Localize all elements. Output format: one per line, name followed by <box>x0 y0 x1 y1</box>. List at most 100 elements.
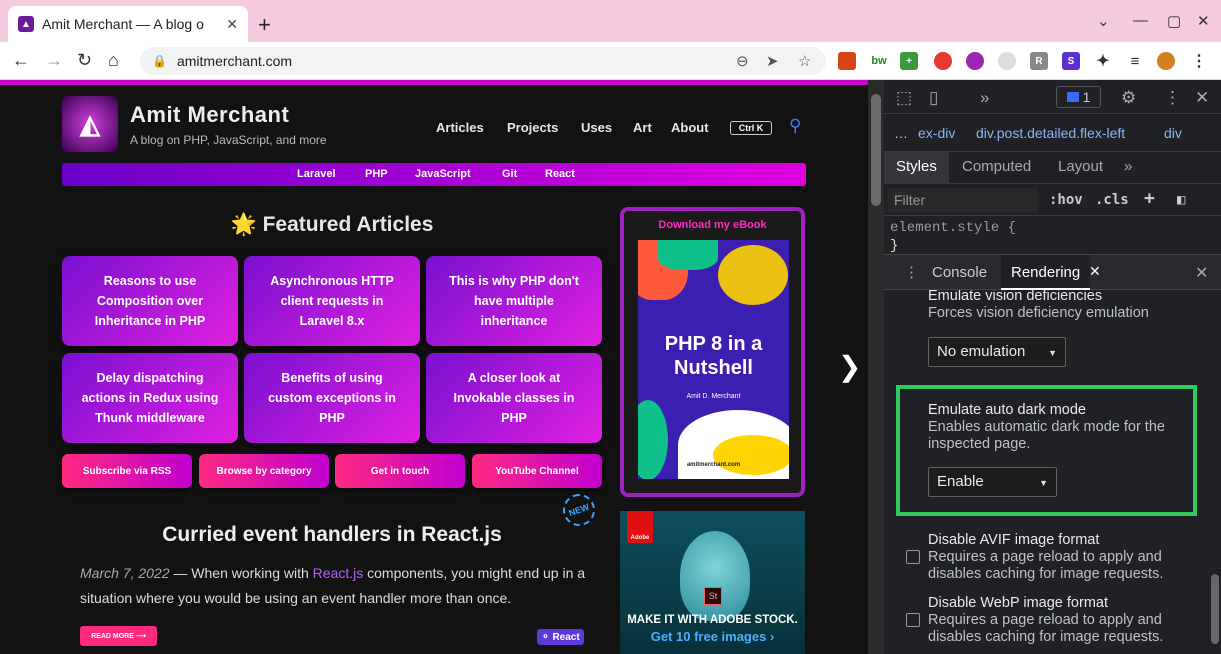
youtube-channel-button[interactable]: YouTube Channel <box>472 454 602 488</box>
styles-filter-input[interactable]: Filter <box>888 188 1038 212</box>
featured-heading: 🌟 Featured Articles <box>62 213 602 237</box>
class-toggle[interactable]: .cls <box>1095 192 1129 208</box>
page-scrollbar-thumb[interactable] <box>871 94 881 206</box>
back-arrow-icon[interactable]: ← <box>12 50 30 71</box>
nav-uses[interactable]: Uses <box>581 120 612 135</box>
more-tabs-chevron-icon[interactable]: » <box>980 88 989 108</box>
rendering-scrollbar-thumb[interactable] <box>1211 574 1219 644</box>
auto-dark-mode-select[interactable]: Enable ▼ <box>928 467 1057 497</box>
post-inline-link[interactable]: React.js <box>313 565 364 581</box>
featured-card[interactable]: Delay dispatching actions in Redux using… <box>62 353 238 443</box>
menu-kebab-icon[interactable]: ⋮ <box>1190 52 1208 70</box>
issues-counter[interactable]: 1 <box>1056 86 1101 108</box>
extension-s-icon[interactable]: S <box>1062 52 1080 70</box>
featured-card[interactable]: Reasons to use Composition over Inherita… <box>62 256 238 346</box>
vision-deficiency-select[interactable]: No emulation ▼ <box>928 337 1066 367</box>
send-icon[interactable]: ➤ <box>766 52 779 70</box>
close-drawer-icon[interactable]: ✕ <box>1195 263 1208 283</box>
extension-circle-icon[interactable] <box>934 52 952 70</box>
extension-red-icon[interactable] <box>838 52 856 70</box>
drawer-tab-rendering[interactable]: Rendering <box>1001 255 1091 290</box>
category-react[interactable]: React <box>545 168 575 180</box>
nav-about[interactable]: About <box>671 120 709 135</box>
breadcrumb-item[interactable]: div <box>1164 125 1182 141</box>
new-style-rule-icon[interactable]: + <box>1144 188 1155 209</box>
featured-card[interactable]: Benefits of using custom exceptions in P… <box>244 353 420 443</box>
lock-icon[interactable]: 🔒 <box>152 54 167 68</box>
drawer-tab-console[interactable]: Console <box>922 255 997 290</box>
device-toolbar-icon[interactable]: ▯ <box>929 88 938 108</box>
webp-title[interactable]: Disable WebP image format <box>928 595 1108 611</box>
disable-webp-checkbox[interactable] <box>906 613 920 627</box>
search-shortcut-badge[interactable]: Ctrl K <box>730 121 772 135</box>
page-scrollbar[interactable] <box>868 80 884 654</box>
breadcrumb-item[interactable]: div.post.detailed.flex-left <box>976 125 1125 141</box>
element-style-selector[interactable]: element.style { <box>890 219 1016 237</box>
tab-more[interactable]: » <box>1112 152 1144 184</box>
site-logo[interactable]: ◭ <box>62 96 118 152</box>
browser-tab[interactable]: ▲ Amit Merchant — A blog o ✕ <box>8 6 248 42</box>
devtools-menu-icon[interactable]: ⋮ <box>1164 88 1181 108</box>
avif-title[interactable]: Disable AVIF image format <box>928 532 1099 548</box>
read-more-button[interactable]: READ MORE ⟶ <box>80 626 157 646</box>
disable-avif-checkbox[interactable] <box>906 550 920 564</box>
ebook-promo[interactable]: Download my eBook PHP 8 in a Nutshell Am… <box>620 207 805 497</box>
tab-layout[interactable]: Layout <box>1046 152 1115 184</box>
maximize-button[interactable]: ▢ <box>1167 12 1181 30</box>
hover-state-toggle[interactable]: :hov <box>1049 192 1083 208</box>
rendering-scrollbar[interactable] <box>1209 290 1221 654</box>
ebook-cover[interactable]: PHP 8 in a Nutshell Amit D. Merchant ami… <box>638 240 789 479</box>
post-tag-react[interactable]: ⚬ React <box>537 629 584 645</box>
breadcrumb-item[interactable]: ex-div <box>918 125 955 141</box>
browse-category-button[interactable]: Browse by category <box>199 454 329 488</box>
tab-search-icon[interactable]: ⌄ <box>1097 12 1110 30</box>
tab-styles[interactable]: Styles <box>884 152 949 184</box>
tab-close-icon[interactable]: ✕ <box>226 16 238 33</box>
category-laravel[interactable]: Laravel <box>297 168 336 180</box>
styles-filter-row: Filter :hov .cls + ◧ <box>884 184 1221 216</box>
extensions-puzzle-icon[interactable]: ✦ <box>1094 52 1112 70</box>
adobe-stock-ad[interactable]: Adobe St MAKE IT WITH ADOBE STOCK. Get 1… <box>620 511 805 654</box>
breadcrumb-overflow[interactable]: … <box>894 125 908 141</box>
category-php[interactable]: PHP <box>365 168 388 180</box>
featured-card[interactable]: A closer look at Invokable classes in PH… <box>426 353 602 443</box>
nav-projects[interactable]: Projects <box>507 120 558 135</box>
nav-art[interactable]: Art <box>633 120 652 135</box>
get-in-touch-button[interactable]: Get in touch <box>335 454 465 488</box>
extension-grey-icon[interactable] <box>998 52 1016 70</box>
media-queue-icon[interactable]: ≡ <box>1126 52 1144 70</box>
post-title[interactable]: Curried event handlers in React.js <box>62 523 602 547</box>
minimize-button[interactable]: — <box>1133 12 1148 29</box>
featured-card[interactable]: This is why PHP don't have multiple inhe… <box>426 256 602 346</box>
bookmark-star-icon[interactable]: ☆ <box>798 52 811 70</box>
nav-articles[interactable]: Articles <box>436 120 484 135</box>
profile-avatar[interactable] <box>1157 52 1175 70</box>
extension-purple-icon[interactable] <box>966 52 984 70</box>
reload-icon[interactable]: ↻ <box>77 50 92 71</box>
extension-plus-icon[interactable]: + <box>900 52 918 70</box>
chevron-right-icon[interactable]: ❯ <box>838 350 861 383</box>
subscribe-rss-button[interactable]: Subscribe via RSS <box>62 454 192 488</box>
forward-arrow-icon[interactable]: → <box>45 50 63 71</box>
close-devtools-icon[interactable]: ✕ <box>1195 88 1209 108</box>
ebook-label[interactable]: Download my eBook <box>624 219 801 231</box>
zoom-icon[interactable]: ⊖ <box>736 52 749 70</box>
rendering-panel: Emulate vision deficiencies Forces visio… <box>884 290 1209 654</box>
search-icon[interactable]: ⚲ <box>789 116 801 136</box>
address-bar[interactable]: 🔒 amitmerchant.com ⊖ ➤ ☆ <box>140 47 826 75</box>
gear-icon[interactable]: ⚙ <box>1121 88 1136 108</box>
home-icon[interactable]: ⌂ <box>108 50 119 71</box>
close-window-button[interactable]: ✕ <box>1197 12 1210 30</box>
ad-cta-link[interactable]: Get 10 free images › <box>620 629 805 644</box>
extension-bw-icon[interactable]: bw <box>870 52 888 70</box>
toggle-sidebar-icon[interactable]: ◧ <box>1177 192 1185 208</box>
featured-card[interactable]: Asynchronous HTTP client requests in Lar… <box>244 256 420 346</box>
category-javascript[interactable]: JavaScript <box>415 168 471 180</box>
close-rendering-tab-icon[interactable]: ✕ <box>1089 263 1101 280</box>
new-tab-button[interactable]: + <box>258 12 271 38</box>
inspect-element-icon[interactable]: ⬚ <box>896 88 912 108</box>
category-git[interactable]: Git <box>502 168 517 180</box>
extension-r-icon[interactable]: R <box>1030 52 1048 70</box>
site-title[interactable]: Amit Merchant <box>130 102 289 128</box>
tab-computed[interactable]: Computed <box>950 152 1043 184</box>
